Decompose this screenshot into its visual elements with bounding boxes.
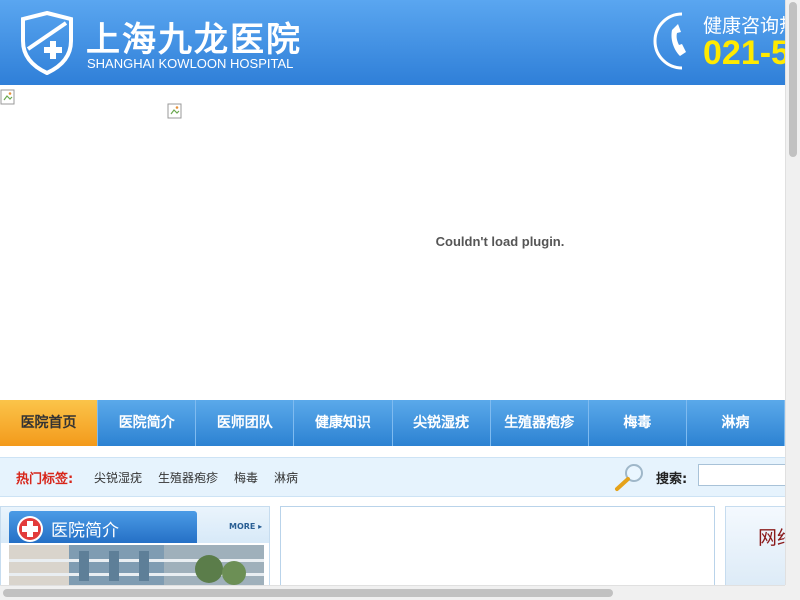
hospital-shield-cross-icon[interactable] <box>20 11 74 75</box>
telephone-icon <box>653 12 686 70</box>
hot-tags-bar: 热门标签: 尖锐湿疣 生殖器疱疹 梅毒 淋病 搜索: <box>0 457 798 497</box>
broken-image-icon <box>167 103 183 119</box>
scrollbar-corner <box>785 585 800 600</box>
online-panel-title: 网络 <box>758 527 785 549</box>
online-panel: 网络 <box>725 506 785 586</box>
site-title: 上海九龙医院 <box>86 20 302 60</box>
intro-panel-title: 医院简介 <box>51 521 119 541</box>
hospital-intro-panel: 医院简介 MORE ▸ <box>0 506 270 586</box>
phone-number[interactable]: 021-5 <box>703 34 785 73</box>
tag-link[interactable]: 梅毒 <box>234 469 258 486</box>
nav-item-health-knowledge[interactable]: 健康知识 <box>294 400 393 446</box>
tag-link[interactable]: 尖锐湿疣 <box>94 469 142 486</box>
nav-item-genital-herpes[interactable]: 生殖器疱疹 <box>491 400 589 446</box>
tag-link[interactable]: 淋病 <box>274 469 298 486</box>
magnifier-icon <box>615 464 643 491</box>
tag-link[interactable]: 生殖器疱疹 <box>158 469 218 486</box>
hot-tags-label: 热门标签: <box>16 472 74 487</box>
hospital-building-photo <box>9 545 264 585</box>
site-subtitle: SHANGHAI KOWLOON HOSPITAL <box>87 56 294 71</box>
nav-item-about[interactable]: 医院简介 <box>98 400 197 446</box>
banner-plugin-area: Couldn't load plugin. <box>0 85 785 400</box>
broken-image-icon <box>0 89 16 105</box>
search-label: 搜索: <box>656 472 688 487</box>
nav-item-doctors[interactable]: 医师团队 <box>196 400 295 446</box>
vertical-scrollbar[interactable] <box>785 0 800 585</box>
plugin-error-message: Couldn't load plugin. <box>435 234 565 249</box>
nav-item-home[interactable]: 医院首页 <box>0 400 99 446</box>
nav-item-syphilis[interactable]: 梅毒 <box>589 400 687 446</box>
nav-item-gonorrhea[interactable]: 淋病 <box>687 400 785 446</box>
main-nav: 医院首页 医院简介 医师团队 健康知识 尖锐湿疣 生殖器疱疹 梅毒 淋病 <box>0 400 785 446</box>
more-link[interactable]: MORE ▸ <box>229 522 262 531</box>
search-input[interactable] <box>698 464 798 486</box>
center-content-panel <box>280 506 715 586</box>
vertical-scroll-thumb[interactable] <box>789 2 797 157</box>
intro-panel-header: 医院简介 MORE ▸ <box>1 507 269 543</box>
site-header: 上海九龙医院 SHANGHAI KOWLOON HOSPITAL 健康咨询热 0… <box>0 0 785 85</box>
red-cross-icon <box>17 516 43 542</box>
horizontal-scrollbar[interactable] <box>0 585 785 600</box>
nav-item-condyloma[interactable]: 尖锐湿疣 <box>393 400 491 446</box>
horizontal-scroll-thumb[interactable] <box>3 589 613 597</box>
